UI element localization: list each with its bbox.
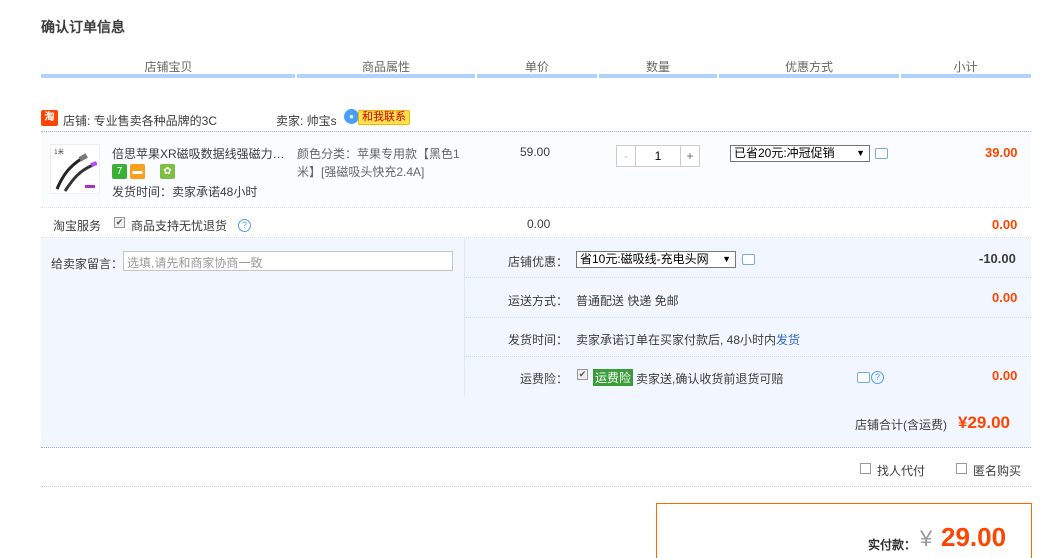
- column-header-promotion: 优惠方式: [784, 60, 833, 74]
- column-header-attributes: 商品属性: [361, 60, 410, 74]
- quantity-input[interactable]: 1: [636, 145, 680, 167]
- shipping-insurance-amount: 0.00: [992, 368, 1018, 383]
- shop-discount-value: 省10元:磁吸线-充电头网: [580, 252, 709, 266]
- product-sku: 颜色分类：苹果专用款【黑色1米】[强磁吸头快充2.4A]: [297, 147, 460, 179]
- divider: [465, 277, 1031, 278]
- buyer-note-label: 给卖家留言：: [51, 257, 124, 271]
- worry-free-return-label: 商品支持无忧退货: [131, 219, 228, 233]
- help-icon[interactable]: ?: [871, 371, 884, 384]
- credit-card-badge-icon[interactable]: ▬: [130, 164, 145, 179]
- header-underline: [477, 74, 597, 78]
- dropdown-arrow-icon: ▼: [856, 148, 865, 158]
- ship-time-text: 卖家承诺订单在买家付款后, 48小时内发货: [576, 331, 800, 348]
- contact-seller-button[interactable]: 和我联系: [358, 110, 410, 125]
- divider: [465, 317, 1031, 318]
- column-header-item: 店铺宝贝: [144, 60, 193, 74]
- quantity-increase-button[interactable]: +: [680, 145, 700, 167]
- service-badge-icon[interactable]: ✿: [160, 164, 175, 179]
- header-underline: [599, 74, 717, 78]
- ship-time-label: 发货时间：: [508, 333, 569, 347]
- shipping-insurance-text: 卖家送,确认收货前退货可赔: [636, 372, 784, 386]
- shop-total-amount: ¥29.00: [958, 413, 1010, 432]
- svg-text:1米: 1米: [54, 148, 64, 156]
- shipping-insurance-checkbox[interactable]: ✔: [577, 369, 588, 380]
- buyer-note-input[interactable]: 选填,请先和商家协商一致: [123, 251, 453, 271]
- message-icon[interactable]: [742, 254, 755, 265]
- anonymous-checkbox[interactable]: [956, 463, 967, 474]
- unit-price: 59.00: [520, 145, 551, 159]
- product-thumbnail[interactable]: 1米: [50, 144, 100, 194]
- shop-discount-amount: -10.00: [979, 251, 1016, 266]
- delivery-method-label: 运送方式：: [508, 294, 569, 308]
- shop-name[interactable]: 店铺: 专业售卖各种品牌的3C: [63, 112, 217, 129]
- shipping-insurance-label: 运费险：: [520, 372, 569, 386]
- page-title: 确认订单信息: [41, 19, 125, 35]
- anonymous-label[interactable]: 匿名购买: [973, 462, 1021, 479]
- payment-amount: 29.00: [941, 522, 1007, 552]
- header-underline: [41, 74, 295, 78]
- cable-image-icon: 1米: [54, 148, 98, 192]
- service-price: 0.00: [527, 217, 551, 231]
- message-icon[interactable]: [875, 148, 888, 159]
- shop-total-label: 店铺合计(含运费): [855, 418, 947, 432]
- column-header-subtotal: 小计: [953, 60, 978, 74]
- payment-label: 实付款：: [868, 538, 917, 552]
- shipping-insurance-tag: 运费险: [593, 369, 634, 386]
- header-underline: [297, 74, 475, 78]
- dropdown-arrow-icon: ▼: [722, 254, 731, 264]
- divider: [41, 486, 1031, 487]
- item-promotion-value: 已省20元:冲冠促销: [734, 146, 835, 160]
- delivery-method-value: 普通配送 快递 免邮: [576, 294, 679, 308]
- header-underline: [901, 74, 1031, 78]
- delivery-amount: 0.00: [992, 290, 1018, 305]
- divider: [465, 356, 1031, 357]
- item-subtotal: 39.00: [985, 145, 1018, 160]
- message-icon[interactable]: [857, 372, 870, 383]
- worry-free-return-checkbox[interactable]: ✔: [114, 217, 125, 228]
- header-underline: [719, 74, 899, 78]
- payment-currency: ¥: [920, 526, 933, 551]
- ship-time-link[interactable]: 发货: [776, 333, 800, 347]
- shop-discount-label: 店铺优惠：: [508, 255, 569, 269]
- shop-discount-select[interactable]: 省10元:磁吸线-充电头网 ▼: [576, 251, 736, 268]
- wangwang-icon[interactable]: ●: [344, 109, 359, 124]
- seven-day-return-badge-icon[interactable]: 7: [112, 164, 127, 179]
- seller-name[interactable]: 卖家: 帅宝s: [276, 112, 337, 129]
- service-subtotal: 0.00: [992, 217, 1018, 232]
- product-title-link[interactable]: 倍思苹果XR磁吸数据线强磁力充…: [112, 145, 294, 162]
- service-label: 淘宝服务: [53, 219, 102, 233]
- item-ship-time: 发货时间：卖家承诺48小时: [112, 185, 258, 199]
- help-icon[interactable]: ?: [238, 219, 251, 232]
- taobao-logo-icon: 淘: [41, 110, 58, 126]
- column-header-unit-price: 单价: [524, 60, 549, 74]
- item-promotion-select[interactable]: 已省20元:冲冠促销 ▼: [730, 145, 870, 162]
- proxy-pay-label[interactable]: 找人代付: [877, 462, 925, 479]
- column-header-quantity: 数量: [645, 60, 670, 74]
- ship-time-value: 卖家承诺订单在买家付款后, 48小时内: [576, 333, 777, 347]
- quantity-decrease-button[interactable]: -: [616, 145, 636, 167]
- proxy-pay-checkbox[interactable]: [860, 463, 871, 474]
